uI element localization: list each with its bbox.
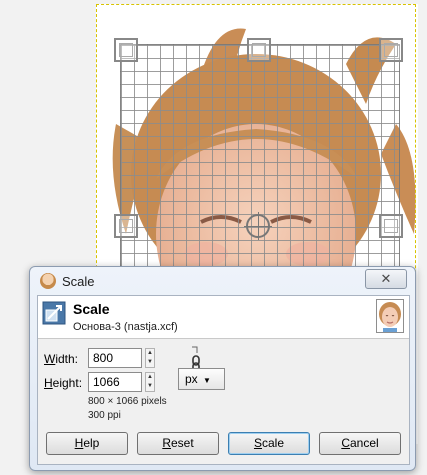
unit-dropdown[interactable]: px ▼ <box>178 368 225 390</box>
top-center-resize-handle[interactable] <box>247 38 271 62</box>
gimp-wilber-icon <box>40 273 56 289</box>
dialog-body: Scale Основа-3 (nastja.xcf) Width: 800 ▲… <box>37 295 410 465</box>
scale-dialog: Scale ✕ Scale Основа-3 (nastja.xcf) Widt… <box>29 266 416 471</box>
reset-button[interactable]: Reset <box>137 432 219 455</box>
image-thumbnail <box>376 299 404 333</box>
width-spin-buttons[interactable]: ▲ ▼ <box>145 348 155 368</box>
width-input[interactable]: 800 <box>88 348 142 368</box>
top-left-resize-handle[interactable] <box>114 38 138 62</box>
scale-tool-icon <box>42 301 66 325</box>
close-icon: ✕ <box>380 271 392 286</box>
image-name: Основа-3 (nastja.xcf) <box>73 321 178 333</box>
pixel-dimensions: 800 × 1066 pixels <box>88 396 167 407</box>
center-move-handle[interactable] <box>244 212 272 240</box>
cancel-button[interactable]: Cancel <box>319 432 401 455</box>
height-input[interactable]: 1066 <box>88 372 142 392</box>
help-button[interactable]: Help <box>46 432 128 455</box>
height-label: Height: <box>44 376 83 390</box>
resolution-info: 300 ppi <box>88 410 121 421</box>
header-title: Scale <box>73 301 110 317</box>
top-right-resize-handle[interactable] <box>379 38 403 62</box>
dialog-title: Scale <box>62 274 95 289</box>
dialog-titlebar[interactable]: Scale ✕ <box>30 267 415 295</box>
dialog-header: Scale Основа-3 (nastja.xcf) <box>38 296 409 339</box>
scale-button[interactable]: Scale <box>228 432 310 455</box>
middle-right-resize-handle[interactable] <box>379 214 403 238</box>
close-button[interactable]: ✕ <box>365 269 407 289</box>
unit-value: px <box>185 372 198 386</box>
height-spin-buttons[interactable]: ▲ ▼ <box>145 372 155 392</box>
width-label: Width: <box>44 352 79 366</box>
middle-left-resize-handle[interactable] <box>114 214 138 238</box>
triangle-down-icon: ▼ <box>203 376 211 385</box>
